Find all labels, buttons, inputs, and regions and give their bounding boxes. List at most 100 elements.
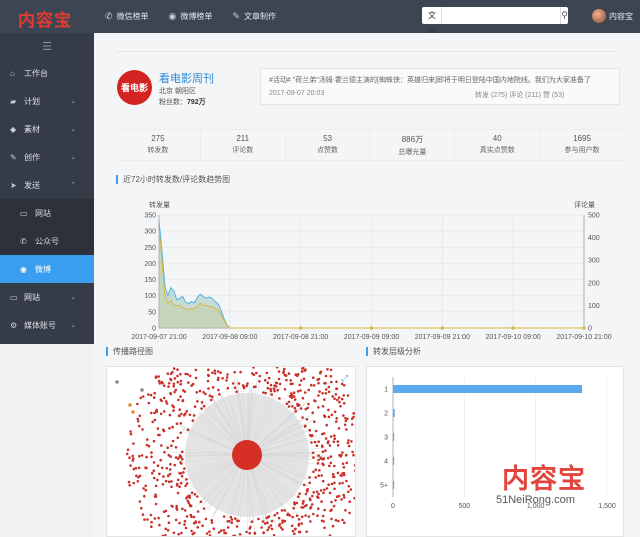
watermark: 内容宝 51NeiRong.com [496, 457, 586, 506]
network-node [307, 515, 311, 518]
network-node [154, 484, 158, 488]
search-category-select[interactable]: 文章▼ [422, 7, 443, 54]
network-node [174, 518, 178, 522]
sidebar-item-create[interactable]: ✎ 创作 ⌄ [0, 143, 94, 171]
network-node [173, 463, 177, 467]
network-node [169, 391, 172, 395]
network-node [323, 415, 327, 419]
network-node [169, 372, 173, 376]
pencil-icon: ✎ [10, 152, 17, 162]
network-node [338, 453, 341, 457]
account-name[interactable]: 看电影周刊 [159, 70, 214, 86]
network-node [179, 472, 183, 475]
network-node [167, 514, 170, 518]
app-logo[interactable]: 内容宝 [18, 6, 72, 31]
sidebar-item-material[interactable]: ◆ 素材 ⌄ [0, 115, 94, 143]
network-node [347, 444, 351, 448]
search-input[interactable] [442, 7, 561, 24]
network-node [179, 379, 183, 383]
network-node [262, 391, 265, 394]
sidebar-sub-website[interactable]: ▭ 网站 [0, 199, 94, 227]
network-node [164, 509, 168, 513]
account-fans: 粉丝数：792万 [159, 99, 206, 106]
network-node [293, 398, 297, 401]
network-node [297, 495, 300, 498]
network-outlier-node [115, 380, 119, 384]
network-node [291, 405, 294, 408]
network-node [242, 386, 246, 390]
user-menu[interactable]: 内容宝 [592, 9, 633, 23]
network-node [297, 530, 301, 534]
sidebar-item-media-accounts[interactable]: ⚙ 媒体账号 ⌄ [0, 311, 94, 339]
network-node [226, 520, 230, 523]
top-bar: 内容宝 ✆微信榜单 ◉微博榜单 ✎文章制作 文章▼ ⚲ 内容宝 [0, 0, 640, 54]
sidebar-item-send[interactable]: ➤ 发送 ⌃ [0, 171, 94, 199]
nav-article-create[interactable]: ✎ 文章制作 [232, 11, 276, 22]
network-node [338, 482, 341, 485]
network-node [136, 480, 140, 483]
network-node [277, 524, 281, 527]
sidebar-item-plan[interactable]: ▰ 计划 ⌄ [0, 87, 94, 115]
sidebar-toggle-icon[interactable]: ☰ [0, 33, 94, 59]
network-node [330, 482, 334, 486]
spread-network-graph[interactable] [107, 367, 356, 537]
network-node [138, 414, 142, 418]
network-node [329, 461, 333, 465]
network-node [352, 453, 355, 457]
repost-level-title: 转发层级分析 [366, 347, 421, 356]
network-node [191, 419, 195, 422]
network-node [302, 483, 306, 487]
network-node [208, 530, 211, 533]
network-node [177, 532, 180, 536]
network-node [327, 408, 330, 412]
network-node [207, 368, 210, 372]
network-node [170, 504, 173, 508]
spread-path-panel: ⤢ [106, 366, 356, 537]
network-node [266, 528, 269, 532]
network-node [276, 388, 279, 392]
network-node [184, 412, 187, 415]
sidebar-item-website[interactable]: ▭ 网站 ⌄ [0, 283, 94, 311]
network-node [188, 374, 192, 378]
nav-weibo-rank[interactable]: ◉ 微博榜单 [169, 11, 213, 22]
network-node [317, 381, 320, 385]
network-node [144, 488, 148, 492]
network-node [273, 513, 276, 517]
nav-wechat-rank[interactable]: ✆ 微信榜单 [105, 11, 149, 22]
sidebar-sub-weibo[interactable]: ◉ 微博 [0, 255, 94, 283]
sidebar-item-workbench[interactable]: ⌂ 工作台 [0, 59, 94, 87]
chevron-down-icon: ⌄ [70, 154, 76, 161]
expand-icon[interactable]: ⤢ [341, 373, 348, 384]
network-node [308, 433, 312, 437]
x-tick-label: 0 [391, 503, 395, 510]
network-node [207, 374, 210, 377]
network-node [313, 420, 316, 423]
network-node [331, 395, 334, 398]
network-node [150, 525, 153, 528]
y-tick-left: 150 [144, 277, 156, 284]
network-node [159, 412, 163, 416]
network-node [317, 458, 320, 462]
network-node [302, 377, 306, 381]
series-point [440, 326, 444, 330]
network-node [336, 471, 340, 475]
network-node [312, 491, 315, 494]
network-node [216, 370, 220, 373]
network-outlier-node [128, 403, 132, 407]
network-node [329, 368, 333, 372]
network-node [170, 480, 173, 483]
network-node [196, 400, 199, 403]
network-node [172, 409, 175, 412]
network-node [320, 457, 323, 461]
network-node [147, 401, 151, 405]
network-node [343, 423, 347, 427]
sidebar-sub-wechat[interactable]: ✆ 公众号 [0, 227, 94, 255]
search-button[interactable]: ⚲ [560, 7, 568, 24]
network-node [325, 423, 328, 427]
network-node [129, 430, 132, 433]
network-node [179, 395, 182, 398]
network-node [162, 396, 166, 400]
y-tick-left: 300 [144, 229, 156, 236]
network-node [173, 377, 177, 380]
post-text[interactable]: #活动# "荷兰弟"汤姆·霍兰德主演的[蜘蛛侠：英雄归来]即将于明日登陆中国内地… [269, 75, 619, 85]
